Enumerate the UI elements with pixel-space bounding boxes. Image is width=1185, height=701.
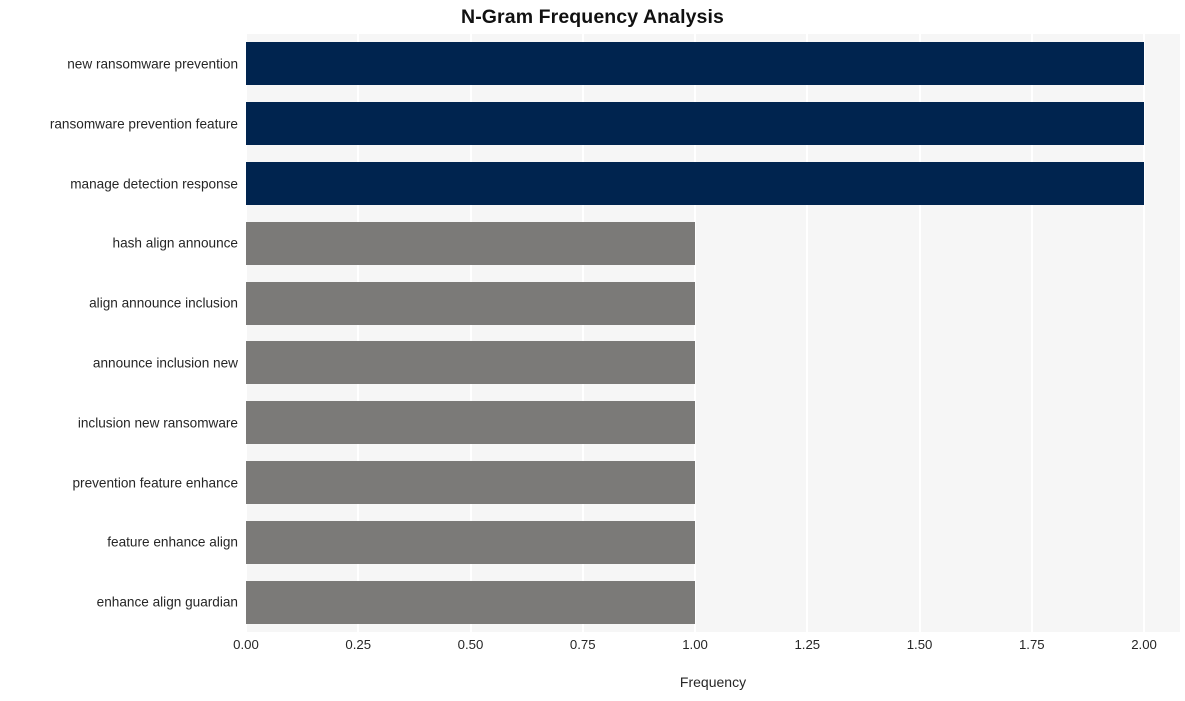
bar-row[interactable]: [246, 221, 1180, 265]
x-axis-tick-label: 1.25: [794, 637, 821, 652]
x-axis-title: Frequency: [679, 674, 747, 690]
y-axis-tick-label: new ransomware prevention: [67, 56, 238, 72]
y-axis-tick-label: prevention feature enhance: [72, 475, 238, 490]
page-title: N-Gram Frequency Analysis: [461, 6, 724, 28]
x-axis-tick-label: 1.00: [682, 637, 708, 652]
bar-row[interactable]: [246, 520, 1180, 564]
y-axis-tick-label: announce inclusion new: [92, 355, 238, 371]
y-axis-tick-label: inclusion new ransomware: [77, 415, 238, 431]
bar-row[interactable]: [246, 161, 1180, 206]
bar-row[interactable]: [246, 102, 1180, 146]
x-axis-tick-labels: 0.00 0.25 0.50 0.75 1.00 1.25 1.50 1.75 2.00: [0, 637, 1185, 659]
bar-series: [246, 34, 1180, 632]
y-axis-tick-label: align announce inclusion: [89, 295, 238, 311]
y-axis-tick-labels: new ransomware prevention ransomware prev…: [0, 34, 238, 632]
bar[interactable]: [246, 460, 696, 505]
bar[interactable]: [246, 42, 1145, 86]
bar[interactable]: [246, 520, 696, 564]
bar[interactable]: [246, 102, 1145, 146]
x-axis-tick-label: 0.50: [457, 637, 484, 652]
bar-row[interactable]: [246, 281, 1180, 325]
y-axis-tick-label: hash align announce: [112, 235, 238, 251]
y-axis-tick-label: feature enhance align: [107, 534, 238, 550]
bar[interactable]: [246, 161, 1145, 206]
y-axis-tick-label: manage detection response: [70, 176, 238, 191]
bar[interactable]: [246, 221, 696, 265]
bar-row[interactable]: [246, 580, 1180, 624]
y-axis-tick-label: ransomware prevention feature: [49, 116, 238, 132]
bar-row[interactable]: [246, 42, 1180, 86]
x-axis-tick-label: 0.00: [233, 637, 259, 652]
x-axis-tick-label: 0.75: [569, 637, 596, 652]
bar[interactable]: [246, 281, 696, 325]
bar-row[interactable]: [246, 341, 1180, 385]
y-axis-tick-label: enhance align guardian: [96, 594, 238, 610]
x-axis-tick-label: 0.25: [345, 637, 372, 652]
x-axis-tick-label: 2.00: [1131, 637, 1157, 652]
x-axis-tick-label: 1.50: [906, 637, 933, 652]
bar[interactable]: [246, 341, 696, 385]
x-axis-tick-label: 1.75: [1018, 637, 1045, 652]
bar[interactable]: [246, 401, 696, 445]
bar-row[interactable]: [246, 460, 1180, 505]
bar[interactable]: [246, 580, 696, 624]
plot-area: [245, 34, 1180, 632]
bar-row[interactable]: [246, 401, 1180, 445]
